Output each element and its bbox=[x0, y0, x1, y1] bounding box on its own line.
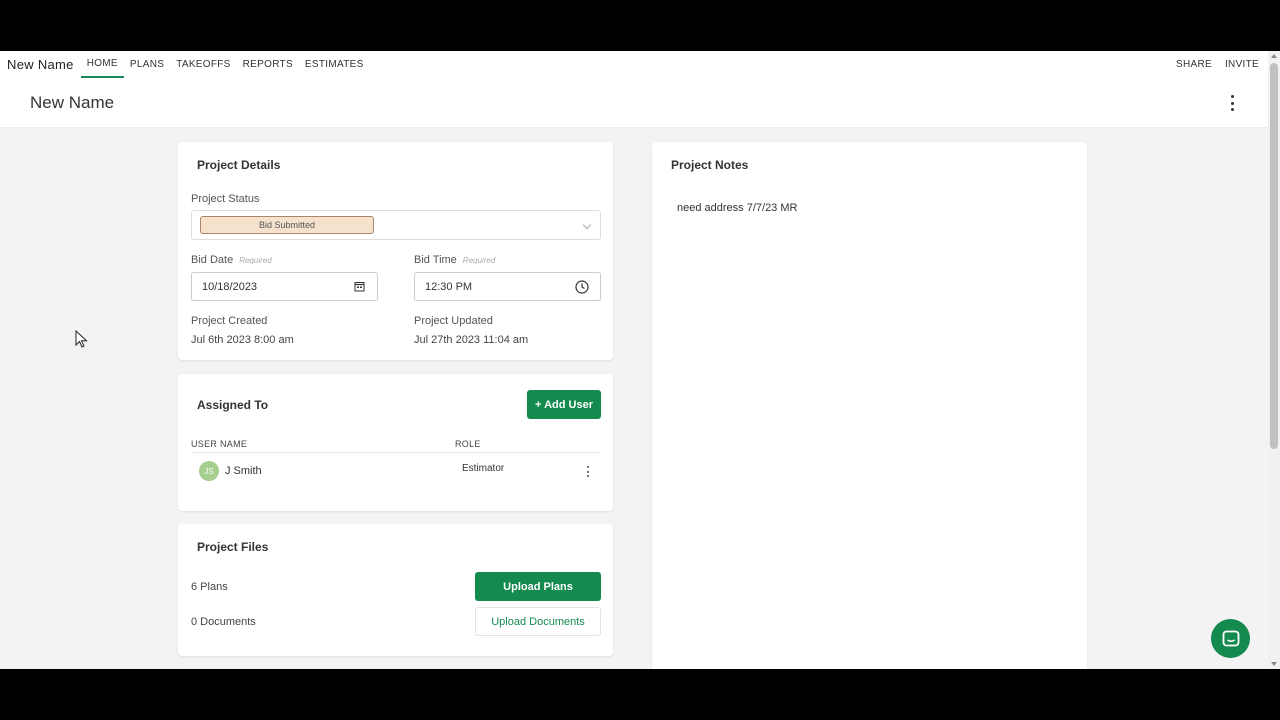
top-navigation: New Name HOME PLANS TAKEOFFS REPORTS EST… bbox=[0, 51, 1268, 78]
scrollbar-thumb[interactable] bbox=[1270, 63, 1278, 449]
clock-icon[interactable] bbox=[575, 280, 589, 294]
bid-time-input[interactable]: 12:30 PM bbox=[414, 272, 601, 301]
project-details-card: Project Details Project Status Bid Submi… bbox=[178, 142, 613, 360]
bid-date-input[interactable]: 10/18/2023 bbox=[191, 272, 378, 301]
more-menu-icon[interactable] bbox=[1226, 95, 1238, 111]
row-more-icon[interactable] bbox=[586, 466, 590, 477]
column-header-role: ROLE bbox=[455, 439, 481, 449]
bid-date-value: 10/18/2023 bbox=[202, 280, 258, 293]
bid-time-label-text: Bid Time bbox=[414, 254, 457, 266]
upload-plans-button[interactable]: Upload Plans bbox=[475, 572, 601, 601]
brand-name: New Name bbox=[7, 57, 74, 72]
page-header: New Name bbox=[0, 78, 1268, 128]
project-notes-card: Project Notes need address 7/7/23 MR bbox=[652, 142, 1087, 669]
required-hint: Required bbox=[239, 256, 272, 265]
column-header-user-name: USER NAME bbox=[191, 439, 248, 449]
app-screen: New Name HOME PLANS TAKEOFFS REPORTS EST… bbox=[0, 51, 1280, 669]
nav-reports[interactable]: REPORTS bbox=[237, 51, 299, 78]
add-user-button[interactable]: + Add User bbox=[527, 390, 601, 419]
invite-link[interactable]: INVITE bbox=[1225, 59, 1259, 70]
required-hint: Required bbox=[462, 256, 496, 265]
share-link[interactable]: SHARE bbox=[1176, 59, 1212, 70]
project-notes-title: Project Notes bbox=[671, 158, 749, 172]
bid-date-label: Bid Date Required bbox=[191, 254, 272, 266]
calendar-icon[interactable] bbox=[354, 281, 365, 292]
scroll-up-icon[interactable] bbox=[1271, 54, 1277, 58]
user-name: J Smith bbox=[225, 465, 262, 477]
bid-date-label-text: Bid Date bbox=[191, 254, 234, 266]
page-scrollbar[interactable] bbox=[1268, 51, 1280, 669]
nav-takeoffs[interactable]: TAKEOFFS bbox=[170, 51, 236, 78]
bid-time-value: 12:30 PM bbox=[425, 280, 473, 293]
scroll-down-icon[interactable] bbox=[1271, 662, 1277, 666]
table-divider bbox=[191, 452, 601, 453]
project-files-title: Project Files bbox=[197, 540, 269, 554]
project-status-label: Project Status bbox=[191, 193, 260, 205]
project-created-value: Jul 6th 2023 8:00 am bbox=[191, 334, 294, 346]
status-badge: Bid Submitted bbox=[200, 216, 374, 234]
project-files-card: Project Files 6 Plans 0 Documents Upload… bbox=[178, 524, 613, 656]
chat-icon bbox=[1222, 630, 1239, 646]
plans-count: 6 Plans bbox=[191, 581, 228, 593]
chat-launcher-button[interactable] bbox=[1211, 619, 1250, 658]
project-details-title: Project Details bbox=[197, 158, 281, 172]
project-status-select[interactable]: Bid Submitted bbox=[191, 210, 601, 240]
project-created-label: Project Created bbox=[191, 315, 268, 327]
chevron-down-icon bbox=[582, 220, 592, 230]
assigned-to-title: Assigned To bbox=[197, 398, 269, 412]
project-notes-text[interactable]: need address 7/7/23 MR bbox=[677, 202, 797, 214]
user-role: Estimator bbox=[462, 463, 505, 474]
mouse-cursor-icon bbox=[75, 330, 88, 348]
nav-plans[interactable]: PLANS bbox=[124, 51, 170, 78]
nav-actions: SHARE INVITE bbox=[1176, 59, 1259, 70]
project-updated-label: Project Updated bbox=[414, 315, 493, 327]
bid-time-label: Bid Time Required bbox=[414, 254, 495, 266]
assigned-to-card: Assigned To + Add User USER NAME ROLE JS… bbox=[178, 374, 613, 511]
documents-count: 0 Documents bbox=[191, 616, 256, 628]
avatar: JS bbox=[199, 461, 219, 481]
page-title: New Name bbox=[30, 93, 115, 112]
upload-documents-button[interactable]: Upload Documents bbox=[475, 607, 601, 636]
nav-estimates[interactable]: ESTIMATES bbox=[299, 51, 370, 78]
nav-home[interactable]: HOME bbox=[80, 51, 124, 78]
project-updated-value: Jul 27th 2023 11:04 am bbox=[414, 334, 529, 346]
